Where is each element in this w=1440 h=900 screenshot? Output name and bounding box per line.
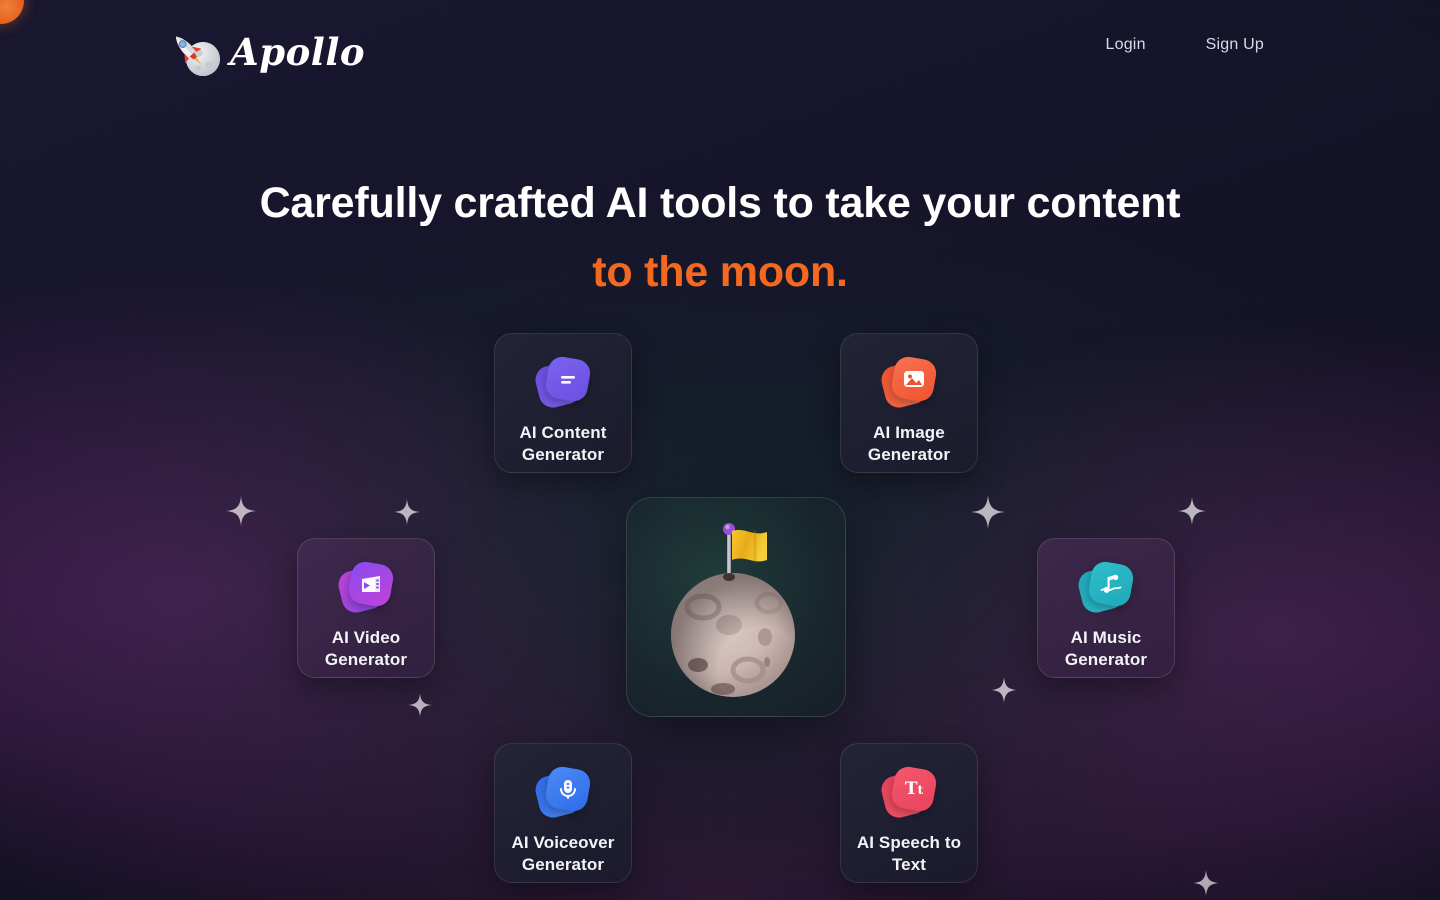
page-root: Apollo Login Sign Up Carefully crafted A…: [0, 0, 1440, 900]
tool-card-ai-voiceover-generator[interactable]: AI Voiceover Generator: [494, 743, 632, 883]
sparkle-icon: [1178, 497, 1206, 530]
page-title: Carefully crafted AI tools to take your …: [0, 182, 1440, 294]
tool-card-ai-speech-to-text[interactable]: Tt AI Speech to Text: [840, 743, 978, 883]
brand-name: Apollo: [230, 29, 366, 74]
tool-card-ai-music-generator[interactable]: AI Music Generator: [1037, 538, 1175, 678]
music-note-icon: [1075, 559, 1136, 616]
sparkle-icon: [394, 499, 420, 530]
tool-card-label: AI Speech to Text: [856, 833, 962, 874]
tool-card-label: AI Voiceover Generator: [511, 833, 615, 874]
main-nav: Login Sign Up: [1098, 32, 1272, 58]
site-header: Apollo Login Sign Up: [0, 0, 1440, 100]
sparkle-icon: [971, 495, 1005, 534]
tool-card-ai-content-generator[interactable]: AI Content Generator: [494, 333, 632, 473]
login-link[interactable]: Login: [1098, 32, 1154, 58]
tool-card-label: AI Music Generator: [1064, 628, 1148, 669]
tool-card-ai-image-generator[interactable]: AI Image Generator: [840, 333, 978, 473]
tool-card-label: AI Video Generator: [324, 628, 408, 669]
image-photo-icon: [878, 354, 939, 411]
signup-link[interactable]: Sign Up: [1198, 32, 1272, 58]
sparkle-icon: [991, 677, 1017, 708]
film-clapper-icon: [335, 559, 396, 616]
brand-logo[interactable]: Apollo: [164, 26, 365, 78]
moon-with-flag-icon: [641, 507, 831, 707]
vignette-overlay: [0, 0, 1440, 900]
brand-mark: [164, 26, 230, 78]
document-lines-icon: [532, 354, 593, 411]
sparkle-icon: [408, 693, 432, 722]
headline-line-1: Carefully crafted AI tools to take your …: [259, 179, 1181, 227]
tool-card-label: AI Image Generator: [867, 423, 951, 464]
sparkle-icon: [1193, 870, 1219, 900]
headline-line-2: to the moon.: [592, 248, 848, 296]
microphone-icon: [532, 764, 593, 821]
text-tt-icon: Tt: [878, 764, 939, 821]
tool-card-ai-video-generator[interactable]: AI Video Generator: [297, 538, 435, 678]
tool-card-label: AI Content Generator: [519, 423, 607, 464]
sparkle-icon: [226, 496, 256, 531]
moon-feature-card[interactable]: [626, 497, 846, 717]
